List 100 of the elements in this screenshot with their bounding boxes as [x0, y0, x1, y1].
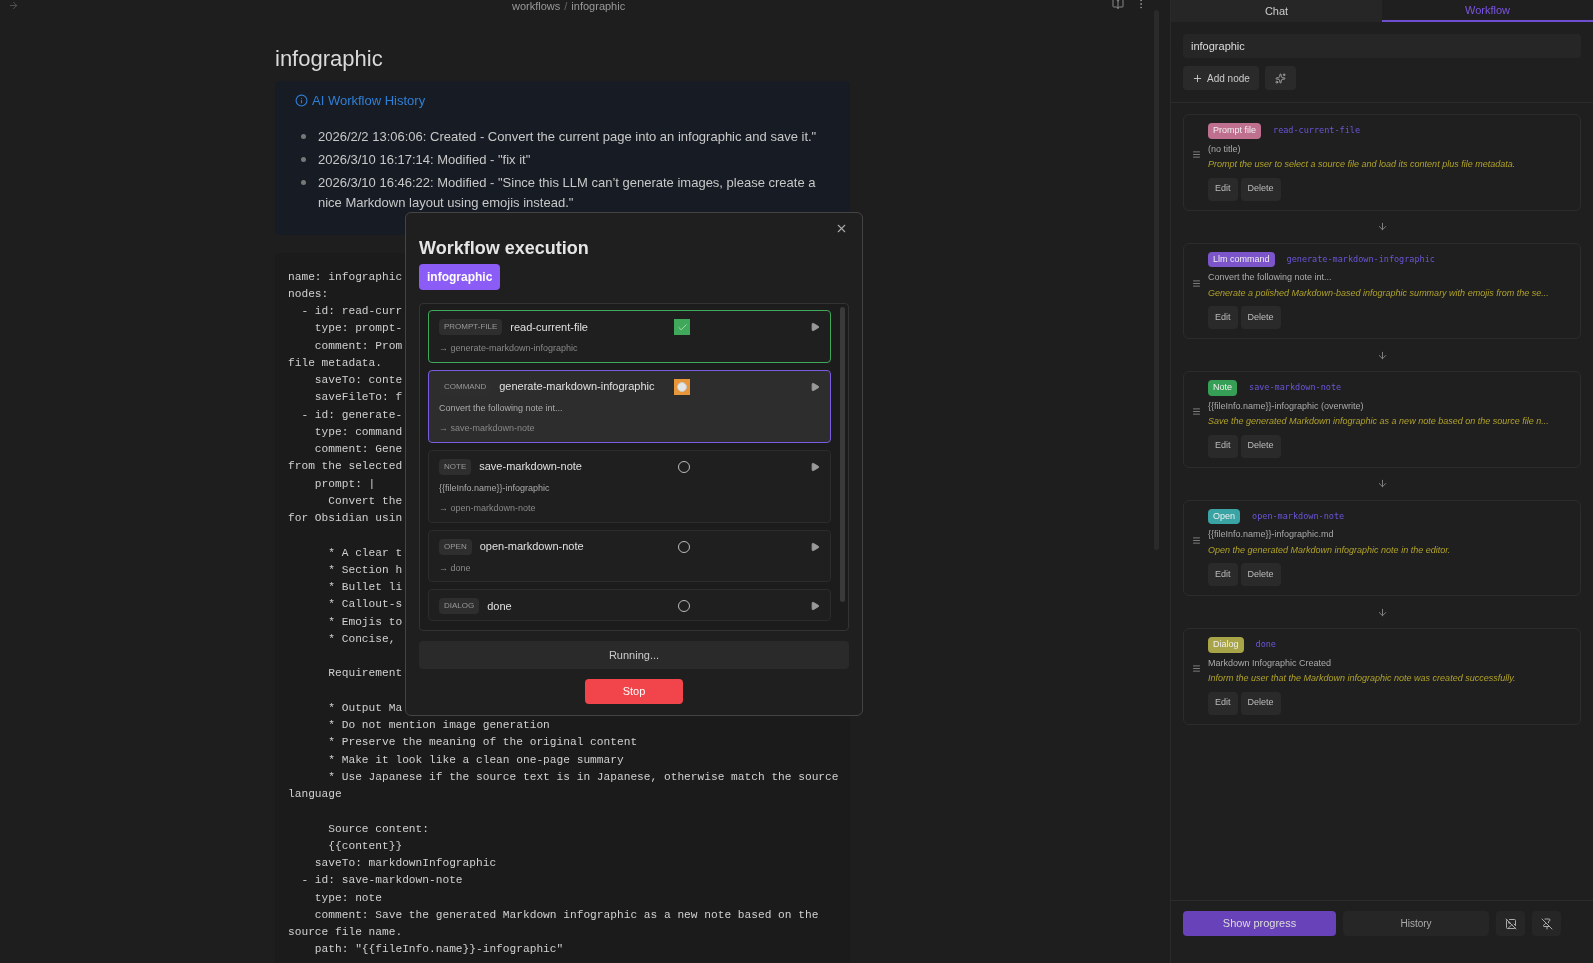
code-line: type: command	[313, 424, 403, 440]
code-line: * Make it look like a clean one-page summary	[327, 752, 624, 768]
node-title: Convert the following note int...	[1208, 271, 1332, 284]
node-name: save-markdown-note	[1249, 381, 1342, 395]
arrow-down-icon	[1376, 349, 1388, 361]
code-line: from the selected	[288, 459, 403, 475]
code-line: - id: generate-	[300, 407, 403, 423]
run-step-icon[interactable]	[810, 461, 820, 472]
node-type-badge: Open	[1208, 508, 1241, 524]
code-line: * Preserve the meaning of the original content	[327, 735, 638, 751]
image-off-icon	[1504, 917, 1517, 930]
show-progress-button[interactable]: Show progress	[1183, 911, 1336, 936]
drag-handle-icon[interactable]	[1192, 407, 1201, 417]
code-line: * Use Japanese if the source text is in Japanese, otherwise match the source	[327, 769, 839, 785]
run-step-icon[interactable]	[810, 322, 820, 332]
image-off-button[interactable]	[1496, 911, 1525, 936]
code-line: comment: Gene	[313, 442, 403, 457]
delete-button[interactable]: Delete	[1240, 306, 1281, 329]
sparkles-icon	[1274, 72, 1286, 84]
node-title: {{fileInfo.name}}-infographic (overwrite)	[1208, 399, 1364, 413]
code-line: type: note	[313, 890, 382, 906]
step-detail: Convert the following note int...	[439, 401, 563, 415]
code-line: * Output Ma	[327, 700, 403, 716]
code-line: * Do not mention image generation	[327, 718, 550, 733]
arrow-down-icon	[1376, 221, 1388, 232]
breadcrumb-file[interactable]: infographic	[571, 0, 626, 15]
step-card[interactable]: DIALOG done	[428, 589, 831, 621]
edit-button[interactable]: Edit	[1208, 306, 1238, 329]
step-card[interactable]: PROMPT-FILE read-current-file → generate-markdown-infographic	[428, 310, 831, 363]
delete-button[interactable]: Delete	[1240, 177, 1281, 201]
callout-title: AI Workflow History	[312, 92, 426, 110]
node-name: open-markdown-note	[1252, 509, 1345, 523]
step-name: done	[487, 598, 512, 614]
step-next: → save-markdown-note	[439, 422, 535, 435]
code-line: - id: read-curr	[300, 304, 403, 319]
code-line: * Bullet li	[327, 580, 403, 595]
code-line: name: infographic	[288, 269, 403, 285]
ai-generate-button[interactable]	[1264, 66, 1296, 90]
step-next: → generate-markdown-infographic	[439, 342, 578, 355]
node-comment: Generate a polished Markdown-based infographic summary with emojis from the se...	[1208, 286, 1549, 300]
edit-button[interactable]: Edit	[1208, 434, 1238, 458]
node-name: done	[1255, 638, 1276, 652]
code-line: prompt: |	[313, 476, 376, 492]
history-button[interactable]: History	[1343, 911, 1489, 936]
drag-handle-icon[interactable]	[1192, 535, 1201, 545]
node-comment: Inform the user that the Markdown infographic note was created successfully.	[1208, 672, 1516, 685]
check-icon	[674, 319, 690, 335]
code-line: * A clear t	[327, 545, 403, 561]
node-type-badge: Llm command	[1208, 251, 1275, 267]
close-button[interactable]	[835, 222, 848, 235]
step-card[interactable]: COMMAND generate-markdown-infographic Convert the following note int... → save-markdown-note	[428, 369, 831, 443]
code-line: saveFileTo: f	[313, 390, 403, 406]
code-line: Convert the	[327, 493, 403, 509]
edit-button[interactable]: Edit	[1208, 563, 1238, 586]
code-line: * Emojis to	[327, 614, 403, 630]
code-line: file metadata.	[288, 355, 382, 371]
run-step-icon[interactable]	[810, 601, 820, 611]
node-name: read-current-file	[1273, 124, 1360, 138]
code-line: comment: Prom	[313, 338, 403, 354]
plus-icon	[1192, 72, 1203, 84]
note-title: infographic	[275, 45, 384, 73]
node-comment: Open the generated Markdown infographic note in the editor.	[1208, 543, 1451, 557]
arrow-down-icon	[1376, 478, 1388, 489]
code-line: comment: Save the generated Markdown infographic as a new note based on the	[313, 907, 819, 923]
run-step-icon[interactable]	[810, 541, 820, 552]
dialog-title: Workflow execution	[419, 237, 589, 259]
workflow-badge: infographic	[419, 264, 501, 290]
delete-button[interactable]: Delete	[1240, 563, 1281, 586]
workflow-name-field[interactable]: infographic	[1183, 34, 1581, 58]
step-name: open-markdown-note	[479, 539, 584, 555]
code-line: Source content:	[327, 821, 429, 837]
node-type-badge: Prompt file	[1208, 123, 1261, 139]
edit-button[interactable]: Edit	[1208, 691, 1238, 715]
step-card[interactable]: OPEN open-markdown-note → done	[428, 529, 831, 582]
step-name: generate-markdown-infographic	[499, 379, 655, 395]
code-line: path: "{{fileInfo.name}}-infographic"	[313, 942, 564, 958]
stop-button[interactable]: Stop	[585, 679, 683, 704]
code-line: saveTo: markdownInfographic	[313, 856, 497, 871]
drag-handle-icon[interactable]	[1192, 278, 1201, 288]
reading-view-icon[interactable]	[1112, 0, 1124, 10]
code-line: Requirement	[327, 666, 403, 682]
history-entry: 2026/3/10 16:46:22: Modified - "Since this LLM can’t generate images, please create a nice Markdown layout using emojis instead."	[318, 173, 817, 212]
node-type-badge: Note	[1208, 380, 1237, 396]
code-line: * Callout-s	[327, 597, 403, 613]
info-icon	[295, 94, 308, 108]
step-card[interactable]: NOTE save-markdown-note {{fileInfo.name}}-infographic → open-markdown-note	[428, 449, 831, 523]
run-step-icon[interactable]	[810, 381, 820, 392]
code-line: - id: save-markdown-note	[300, 873, 463, 889]
drag-handle-icon[interactable]	[1192, 150, 1201, 160]
add-node-button[interactable]: Add node	[1183, 66, 1259, 90]
spinner-icon	[674, 378, 690, 395]
step-detail: {{fileInfo.name}}-infographic	[439, 481, 550, 495]
delete-button[interactable]: Delete	[1240, 691, 1281, 715]
drag-handle-icon[interactable]	[1192, 664, 1201, 674]
breadcrumb-folder[interactable]: workflows	[512, 0, 561, 15]
unpin-button[interactable]	[1532, 911, 1561, 936]
delete-button[interactable]: Delete	[1240, 434, 1281, 458]
step-type-tag: NOTE	[439, 458, 472, 475]
code-line: language	[288, 787, 342, 802]
edit-button[interactable]: Edit	[1208, 177, 1238, 201]
